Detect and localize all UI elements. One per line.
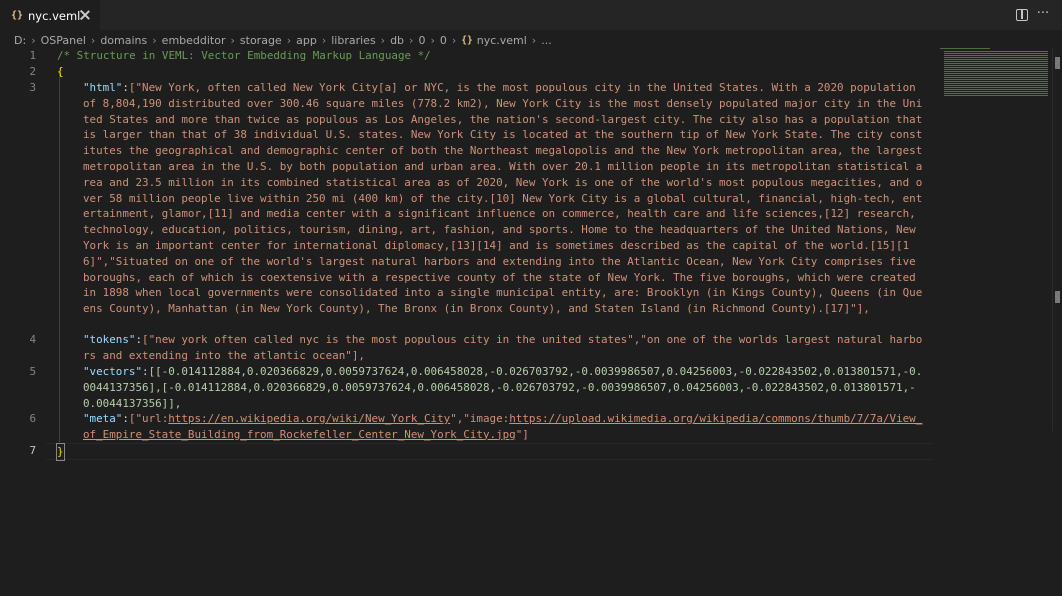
breadcrumb-item[interactable]: 0 — [418, 34, 425, 47]
property-key: "vectors" — [83, 365, 143, 378]
breadcrumb-item[interactable]: storage — [240, 34, 282, 47]
split-editor-icon[interactable] — [1016, 9, 1028, 21]
minimap-line — [940, 48, 990, 49]
close-icon[interactable] — [78, 8, 92, 22]
json-file-icon: {} — [11, 10, 24, 21]
minimap[interactable] — [940, 47, 1052, 99]
scrollbar-marker — [1055, 291, 1060, 303]
chevron-right-icon: › — [286, 33, 292, 47]
line-number: 6 — [29, 412, 36, 425]
line-number: 7 — [29, 444, 36, 457]
html-property: "html":["New York, often called New York… — [83, 80, 928, 332]
chevron-right-icon: › — [409, 33, 414, 47]
indent-guide — [59, 71, 60, 442]
breadcrumb-item[interactable]: OSPanel — [41, 34, 86, 47]
open-brace: { — [57, 65, 64, 78]
chevron-right-icon: › — [152, 33, 157, 47]
line-number: 1 — [29, 49, 36, 62]
scrollbar-thumb[interactable] — [1055, 57, 1060, 69]
property-key: "meta" — [83, 412, 123, 425]
chevron-right-icon: › — [380, 33, 386, 47]
property-key: "tokens" — [83, 333, 136, 346]
breadcrumb-item[interactable]: libraries — [331, 34, 375, 47]
vectors-property: "vectors":[[-0.014112884,0.020366829,0.0… — [83, 365, 923, 410]
code-editor[interactable]: 1 2 3 4 5 6 7 /* Structure in VEML: Vect… — [0, 47, 1062, 596]
chevron-right-icon: › — [230, 33, 235, 47]
line-number: 2 — [29, 65, 36, 78]
line-number: 4 — [29, 333, 36, 346]
close-brace: } — [56, 443, 65, 461]
vertical-scrollbar[interactable] — [1052, 47, 1062, 596]
code-comment: /* Structure in VEML: Vector Embedding M… — [57, 49, 431, 62]
tokens-value: ["new york often called nyc is the most … — [83, 333, 923, 362]
breadcrumb-item[interactable]: domains — [100, 34, 147, 47]
breadcrumb-item[interactable]: embedditor — [162, 34, 226, 47]
tab-label: nyc.veml — [28, 8, 81, 23]
breadcrumb-item[interactable]: D: — [14, 34, 26, 47]
breadcrumb-item[interactable]: db — [390, 34, 404, 47]
meta-property: "meta":["url:https://en.wikipedia.org/wi… — [83, 412, 923, 441]
breadcrumb-symbol[interactable]: ... — [541, 34, 552, 47]
line-number: 5 — [29, 365, 36, 378]
chevron-right-icon: › — [31, 33, 36, 47]
current-line-highlight — [46, 443, 932, 460]
html-value: ["New York, often called New York City[a… — [83, 81, 923, 316]
tab-nyc-veml[interactable]: {} nyc.veml — [0, 0, 100, 30]
meta-suffix: "] — [515, 427, 529, 441]
tab-bar: {} nyc.veml ··· — [0, 0, 1062, 30]
chevron-right-icon: › — [451, 33, 457, 47]
breadcrumb: D: › OSPanel › domains › embedditor › storag… — [14, 32, 552, 48]
chevron-right-icon: › — [430, 33, 435, 47]
json-file-icon: {} — [461, 34, 473, 46]
minimap-content — [944, 51, 1048, 97]
vectors-value: [[-0.014112884,0.020366829,0.0059737624,… — [83, 365, 923, 410]
tokens-property: "tokens":["new york often called nyc is … — [83, 333, 923, 362]
breadcrumb-item[interactable]: 0 — [440, 34, 447, 47]
chevron-right-icon: › — [90, 33, 96, 47]
meta-mid: ","image: — [450, 412, 510, 425]
chevron-right-icon: › — [321, 33, 327, 47]
breadcrumb-file[interactable]: nyc.veml — [477, 34, 527, 47]
breadcrumb-item[interactable]: app — [296, 34, 317, 47]
meta-url-link[interactable]: https://en.wikipedia.org/wiki/New_York_C… — [168, 412, 450, 425]
chevron-right-icon: › — [531, 33, 537, 47]
meta-prefix: ["url: — [128, 412, 169, 425]
line-number: 3 — [29, 81, 36, 94]
more-actions-icon[interactable]: ··· — [1035, 6, 1051, 22]
property-key: "html" — [83, 81, 123, 94]
